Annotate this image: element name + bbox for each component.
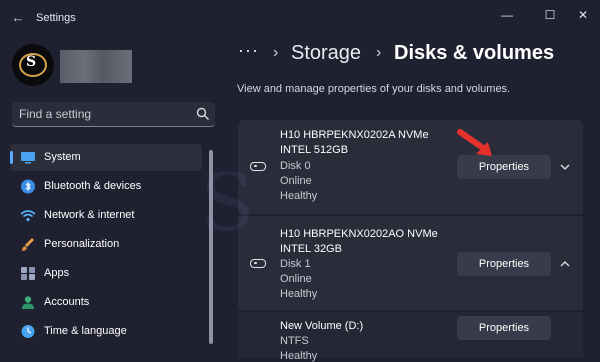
apps-icon bbox=[21, 267, 35, 280]
sidebar-item-personalization[interactable]: Personalization bbox=[10, 231, 202, 258]
avatar[interactable]: S bbox=[12, 44, 54, 86]
properties-button[interactable]: Properties bbox=[457, 252, 551, 276]
arrow-left-icon[interactable]: ← bbox=[10, 10, 26, 26]
chevron-right-icon: › bbox=[376, 44, 382, 61]
breadcrumb-overflow[interactable]: ··· bbox=[238, 40, 259, 61]
search-icon[interactable] bbox=[196, 107, 210, 121]
volume-name: New Volume (D:) bbox=[280, 320, 364, 332]
sidebar-item-label: System bbox=[44, 151, 81, 163]
sidebar-item-bluetooth[interactable]: Bluetooth & devices bbox=[10, 173, 202, 200]
sidebar-item-system[interactable]: System bbox=[10, 144, 202, 171]
active-indicator bbox=[10, 151, 13, 164]
sidebar-item-label: Apps bbox=[44, 267, 70, 279]
search-box[interactable] bbox=[12, 102, 215, 127]
sidebar-item-label: Network & internet bbox=[44, 209, 135, 221]
brush-icon bbox=[22, 238, 34, 251]
page-title: Disks & volumes bbox=[394, 42, 555, 64]
sidebar-item-apps[interactable]: Apps bbox=[10, 260, 202, 287]
sidebar-item-label: Accounts bbox=[44, 296, 90, 308]
page-description: View and manage properties of your disks… bbox=[237, 83, 511, 95]
sidebar-item-label: Time & language bbox=[44, 325, 127, 337]
avatar-letter: S bbox=[26, 54, 37, 70]
disk-health: Healthy bbox=[280, 288, 318, 300]
sidebar-item-label: Personalization bbox=[44, 238, 120, 250]
volume-filesystem: NTFS bbox=[280, 335, 309, 347]
disk-name: H10 HBRPEKNX0202A NVMe bbox=[280, 129, 429, 141]
breadcrumb-storage[interactable]: Storage bbox=[291, 42, 361, 65]
maximize-icon[interactable]: ☐ bbox=[539, 6, 561, 24]
red-arrow-icon bbox=[457, 129, 492, 156]
globe-clock-icon bbox=[21, 325, 35, 338]
wifi-icon bbox=[20, 210, 36, 222]
chevron-up-icon[interactable] bbox=[558, 257, 572, 271]
watermark-logo: S bbox=[200, 156, 255, 249]
sidebar-item-label: Bluetooth & devices bbox=[44, 180, 142, 192]
disk-model: INTEL 512GB bbox=[280, 144, 349, 156]
svg-text:S: S bbox=[200, 156, 255, 249]
person-icon bbox=[22, 296, 34, 309]
bluetooth-icon bbox=[21, 179, 35, 194]
sidebar-item-network[interactable]: Network & internet bbox=[10, 202, 202, 229]
volume-health: Healthy bbox=[280, 350, 318, 362]
app-title: Settings bbox=[36, 12, 76, 24]
chevron-down-icon[interactable] bbox=[558, 160, 572, 174]
monitor-icon bbox=[21, 152, 35, 164]
close-icon[interactable]: ✕ bbox=[572, 6, 594, 24]
blurred-username bbox=[60, 50, 132, 83]
sidebar-item-time-language[interactable]: Time & language bbox=[10, 318, 202, 345]
title-bar: ← Settings — ☐ ✕ bbox=[0, 0, 600, 36]
sidebar-item-accounts[interactable]: Accounts bbox=[10, 289, 202, 316]
minimize-icon[interactable]: — bbox=[496, 6, 518, 24]
chevron-right-icon: › bbox=[273, 44, 279, 61]
disk-name: H10 HBRPEKNX0202AO NVMe bbox=[280, 228, 438, 240]
volume-card: New Volume (D:) NTFS Healthy Properties bbox=[238, 312, 583, 362]
properties-button[interactable]: Properties bbox=[457, 316, 551, 340]
search-input[interactable] bbox=[19, 107, 179, 121]
disk-status: Online bbox=[280, 273, 312, 285]
